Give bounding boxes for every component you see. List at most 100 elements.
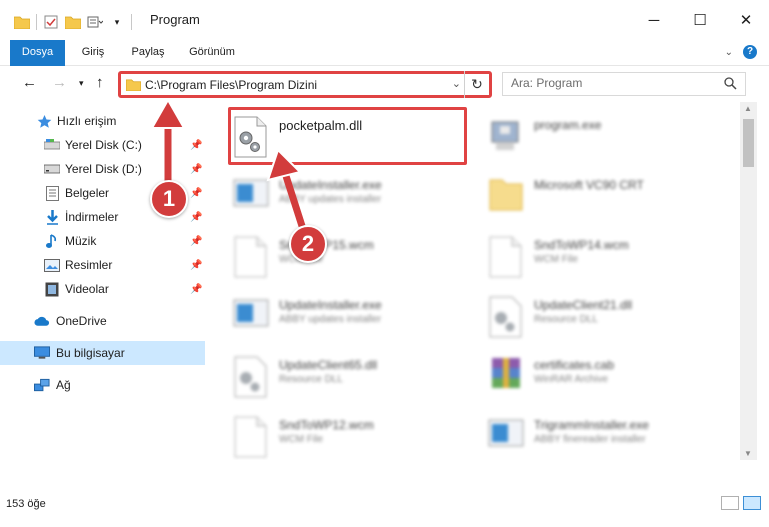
pin-icon[interactable]: 📌 [190, 188, 202, 199]
expand-ribbon-icon[interactable]: ⌄ [725, 47, 733, 58]
sidebar-item-pictures[interactable]: Resimler 📌 [0, 253, 205, 277]
folder-icon [488, 176, 524, 218]
recent-locations-chevron-icon[interactable]: ▾ [79, 78, 84, 89]
downloads-icon [44, 209, 60, 225]
computer-icon [34, 345, 50, 361]
toolbar-separator [36, 14, 37, 30]
sidebar-item-drive-c[interactable]: Yerel Disk (C:) 📌 [0, 133, 205, 157]
chevron-down-icon[interactable]: ▾ [109, 15, 125, 29]
maximize-button[interactable]: ☐ [677, 0, 723, 40]
scrollbar-thumb[interactable] [743, 119, 754, 167]
file-type: ABBY updates installer [279, 314, 382, 325]
file-type: ABBY updates installer [279, 194, 382, 205]
sidebar-item-label: Belgeler [65, 186, 110, 200]
sidebar-item-quick-access[interactable]: Hızlı erişim [0, 109, 205, 133]
vertical-scrollbar[interactable]: ▲ ▼ [740, 102, 757, 460]
file-item[interactable]: program.exe [470, 108, 720, 168]
sidebar-item-label: Bu bilgisayar [56, 346, 125, 360]
new-folder-icon[interactable] [65, 15, 81, 29]
pin-icon[interactable]: 📌 [190, 212, 202, 223]
dll-gear-icon [488, 296, 524, 338]
refresh-icon[interactable]: ↻ [464, 71, 489, 98]
file-type: ABBY finereader installer [534, 434, 646, 445]
dll-gear-icon [233, 356, 269, 398]
file-highlight-box [228, 107, 467, 165]
sidebar-item-drive-d[interactable]: Yerel Disk (D:) 📌 [0, 157, 205, 181]
tab-home[interactable]: Giriş [78, 42, 108, 65]
help-icon[interactable]: ? [743, 45, 757, 59]
details-view-icon[interactable] [721, 496, 739, 510]
sidebar-item-label: Videolar [65, 282, 109, 296]
file-name: UpdateInstaller.exe [279, 298, 382, 312]
minimize-button[interactable]: ─ [631, 0, 677, 40]
tab-view[interactable]: Görünüm [186, 42, 238, 65]
documents-icon [44, 185, 60, 201]
sidebar-item-this-pc[interactable]: Bu bilgisayar [0, 341, 205, 365]
file-item[interactable]: certificates.cab WinRAR Archive [470, 348, 720, 408]
pin-icon[interactable]: 📌 [190, 236, 202, 247]
address-bar[interactable]: C:\Program Files\Program Dizini ⌄ ↻ [118, 71, 492, 98]
title-bar: ▾ Program ─ ☐ ✕ [0, 0, 769, 40]
videos-icon [44, 281, 60, 297]
search-icon[interactable] [724, 77, 737, 93]
ribbon-tabs: Dosya Giriş Paylaş Görünüm ⌄ ? [0, 40, 769, 66]
file-item[interactable]: SndToWP12.wcm WCM File [215, 408, 465, 460]
quick-access-toolbar: ▾ [14, 14, 132, 30]
file-name: SndToWP14.wcm [534, 238, 629, 252]
properties-icon[interactable] [43, 15, 59, 29]
network-icon [34, 377, 50, 393]
sidebar-item-label: İndirmeler [65, 210, 119, 224]
sidebar-item-label: Hızlı erişim [57, 114, 117, 128]
blank-file-icon [233, 416, 269, 458]
file-name: TrigrammInstaller.exe [534, 418, 649, 432]
pin-icon[interactable]: 📌 [190, 284, 202, 295]
forward-arrow-icon[interactable]: → [52, 74, 67, 91]
window-title: Program [150, 12, 200, 27]
installer-icon [488, 416, 524, 458]
file-name: UpdateInstaller.exe [279, 178, 382, 192]
search-input[interactable] [511, 76, 711, 90]
exe-icon [488, 116, 524, 158]
folder-icon [125, 79, 142, 94]
file-item[interactable]: UpdateClient21.dll Resource DLL [470, 288, 720, 348]
sidebar-item-music[interactable]: Müzik 📌 [0, 229, 205, 253]
pictures-icon [44, 257, 60, 273]
file-item[interactable]: SndToWP15.wcm WCM File [215, 228, 465, 288]
back-arrow-icon[interactable]: ← [22, 74, 37, 91]
up-arrow-icon[interactable]: ↑ [96, 74, 104, 91]
search-box[interactable] [502, 72, 746, 96]
sidebar-item-onedrive[interactable]: OneDrive [0, 309, 205, 333]
cloud-icon [34, 313, 50, 329]
toolbar-separator [131, 14, 132, 30]
file-name: UpdateClient21.dll [534, 298, 633, 312]
chevron-down-icon[interactable]: ⌄ [452, 77, 461, 90]
close-button[interactable]: ✕ [723, 0, 769, 40]
file-type: Resource DLL [279, 374, 343, 385]
file-item[interactable]: TrigrammInstaller.exe ABBY finereader in… [470, 408, 720, 460]
file-item[interactable]: Microsoft VC90 CRT [470, 168, 720, 228]
pin-icon[interactable]: 📌 [190, 140, 202, 151]
tab-file[interactable]: Dosya [10, 40, 65, 66]
sidebar-item-videos[interactable]: Videolar 📌 [0, 277, 205, 301]
file-name: program.exe [534, 118, 602, 132]
tab-share[interactable]: Paylaş [128, 42, 168, 65]
step-marker-1: 1 [150, 180, 188, 218]
customize-icon[interactable] [87, 15, 103, 29]
pin-icon[interactable]: 📌 [190, 260, 202, 271]
address-path[interactable]: C:\Program Files\Program Dizini [145, 78, 317, 92]
music-icon [44, 233, 60, 249]
file-item[interactable]: UpdateClient65.dll Resource DLL [215, 348, 465, 408]
archive-icon [488, 356, 524, 398]
file-type: WCM File [279, 434, 323, 445]
scroll-down-icon[interactable]: ▼ [744, 449, 752, 458]
scroll-up-icon[interactable]: ▲ [744, 104, 752, 113]
pin-icon[interactable]: 📌 [190, 164, 202, 175]
large-icons-view-icon[interactable] [743, 496, 761, 510]
file-item[interactable]: UpdateInstaller.exe ABBY updates install… [215, 288, 465, 348]
file-item[interactable]: UpdateInstaller.exe ABBY updates install… [215, 168, 465, 228]
sidebar-item-network[interactable]: Ağ [0, 373, 205, 397]
blank-file-icon [233, 236, 269, 278]
folder-icon[interactable] [14, 15, 30, 29]
sidebar-item-label: Yerel Disk (D:) [65, 162, 142, 176]
file-item[interactable]: SndToWP14.wcm WCM File [470, 228, 720, 288]
